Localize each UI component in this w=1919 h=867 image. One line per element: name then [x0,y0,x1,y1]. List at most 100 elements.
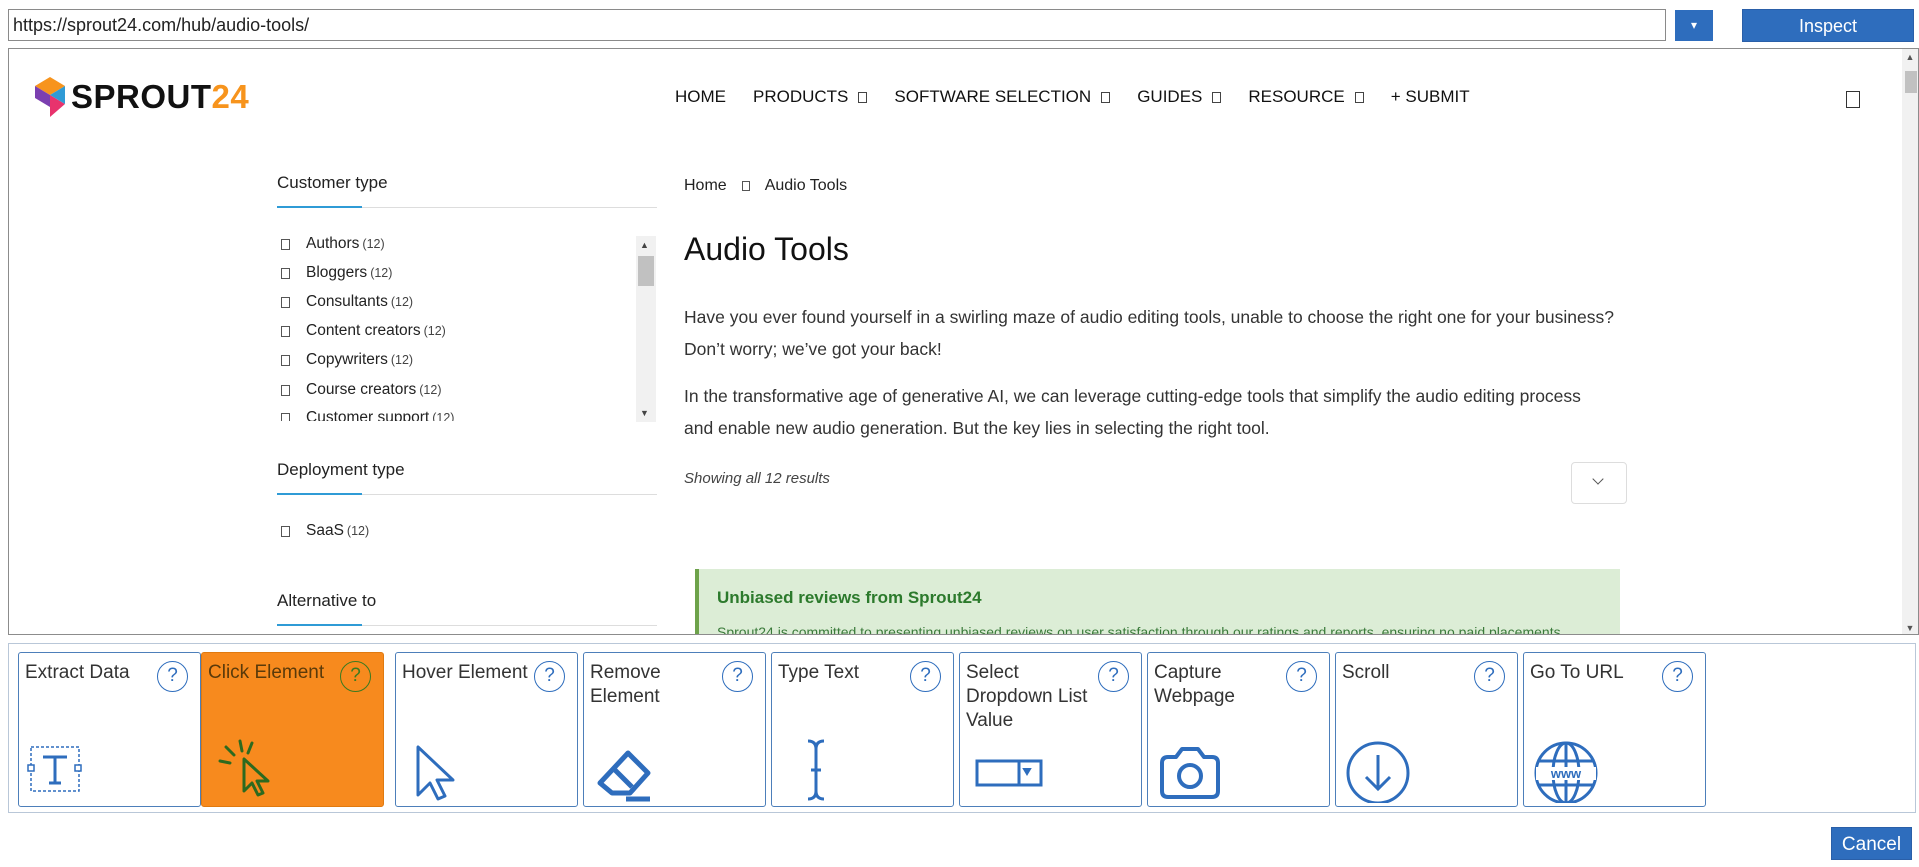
inspect-button[interactable]: Inspect [1742,9,1914,42]
tool-label: Hover Element [402,662,528,683]
tool-label: Select Dropdown List Value [966,662,1088,731]
tool-label: Scroll [1342,662,1390,683]
main-nav: HOME PRODUCTS SOFTWARE SELECTION GUIDES … [675,87,1497,107]
camera-icon [1160,747,1220,799]
nav-item-software-selection[interactable]: SOFTWARE SELECTION [894,87,1111,107]
url-dropdown-button[interactable]: ▾ [1675,10,1713,41]
scroll-down-icon[interactable]: ▼ [1905,623,1915,633]
chevron-down-icon: ▾ [1690,18,1698,32]
help-icon[interactable]: ? [910,661,941,692]
divider [277,493,657,495]
help-icon[interactable]: ? [1098,661,1129,692]
banner-description: Sprout24 is committed to presenting unbi… [717,624,1565,635]
tool-type-text[interactable]: Type Text ? [771,652,954,807]
filter-item-bloggers[interactable]: Bloggers (12) [277,264,392,282]
results-count: Showing all 12 results [684,470,830,487]
nav-item-products[interactable]: PRODUCTS [753,87,868,107]
page-scrollbar[interactable]: ▲ ▼ [1902,49,1918,634]
chevron-down-icon [1592,473,1604,485]
breadcrumb: Home Audio Tools [684,177,847,195]
tool-label: Type Text [778,662,859,683]
checkbox-icon[interactable] [281,525,290,537]
help-icon[interactable]: ? [1286,661,1317,692]
tool-hover-element[interactable]: Hover Element ? [395,652,578,807]
click-cursor-icon [218,739,270,797]
page-title: Audio Tools [684,231,849,267]
filter-item-content-creators[interactable]: Content creators (12) [277,322,446,340]
text-cursor-icon [807,739,825,801]
filter-title-deployment-type: Deployment type [277,460,405,479]
filter-item-consultants[interactable]: Consultants (12) [277,293,413,311]
tool-remove-element[interactable]: Remove Element ? [583,652,766,807]
scroll-down-icon [1346,741,1410,803]
url-input[interactable]: https://sprout24.com/hub/audio-tools/ [8,9,1666,41]
info-banner: Unbiased reviews from Sprout24 Sprout24 … [695,569,1620,635]
breadcrumb-current: Audio Tools [764,177,848,194]
nav-item-submit[interactable]: + SUBMIT [1391,87,1470,107]
tool-label: Go To URL [1530,662,1624,683]
cancel-button[interactable]: Cancel [1831,827,1912,860]
breadcrumb-home-link[interactable]: Home [684,177,727,195]
sort-select[interactable] [1571,462,1627,504]
checkbox-icon[interactable] [281,238,290,250]
divider [277,624,657,626]
scrollbar-thumb[interactable] [1905,71,1917,93]
help-icon[interactable]: ? [1662,661,1693,692]
filter-item-course-creators[interactable]: Course creators (12) [277,381,442,399]
filter-item-authors[interactable]: Authors (12) [277,235,385,253]
customer-type-list[interactable]: Authors (12) Bloggers (12) Consultants (12)… [277,235,664,421]
scroll-down-icon[interactable]: ▼ [640,408,649,418]
dropdown-caret-icon [1354,91,1364,103]
tool-click-element[interactable]: Click Element ? [201,652,384,807]
sprout-logo-icon [35,77,65,117]
tool-label: Click Element [208,662,325,683]
tool-label: Capture Webpage [1154,662,1235,707]
globe-icon: www [1534,741,1598,803]
menu-toggle-icon[interactable] [1846,91,1860,108]
tool-select-dropdown[interactable]: Select Dropdown List Value ? [959,652,1142,807]
tool-label: Remove Element [590,662,661,707]
intro-paragraph: In the transformative age of generative … [684,386,1581,438]
checkbox-icon[interactable] [281,296,290,308]
pointer-icon [416,745,455,801]
extract-text-icon [27,746,82,792]
scroll-up-icon[interactable]: ▲ [1905,52,1915,62]
banner-title: Unbiased reviews from Sprout24 [717,588,982,607]
nav-item-resource[interactable]: RESOURCE [1248,87,1364,107]
brand-name: SPROUT24 [71,78,250,115]
help-icon[interactable]: ? [340,661,371,692]
checkbox-icon[interactable] [281,354,290,366]
checkbox-icon[interactable] [281,384,290,396]
filter-item-copywriters[interactable]: Copywriters (12) [277,351,413,369]
tool-capture-webpage[interactable]: Capture Webpage ? [1147,652,1330,807]
dropdown-caret-icon [1101,91,1111,103]
scroll-up-icon[interactable]: ▲ [640,240,649,250]
svg-text:www: www [1550,766,1582,781]
list-scrollbar[interactable]: ▲ ▼ [636,236,656,422]
checkbox-icon[interactable] [281,412,290,421]
help-icon[interactable]: ? [722,661,753,692]
breadcrumb-separator-icon [741,181,750,191]
dropdown-icon [975,759,1043,787]
help-icon[interactable]: ? [534,661,565,692]
checkbox-icon[interactable] [281,267,290,279]
scrollbar-thumb[interactable] [638,256,654,286]
nav-item-home[interactable]: HOME [675,87,726,107]
intro-paragraph: Have you ever found yourself in a swirli… [684,307,1614,359]
tool-label: Extract Data [25,662,130,683]
help-icon[interactable]: ? [1474,661,1505,692]
filter-item-customer-support[interactable]: Customer support (12) [277,409,454,421]
checkbox-icon[interactable] [281,325,290,337]
tool-go-to-url[interactable]: Go To URL ? www [1523,652,1706,807]
site-logo[interactable]: SPROUT24 [35,77,249,117]
tool-scroll[interactable]: Scroll ? [1335,652,1518,807]
webpage-frame: SPROUT24 HOME PRODUCTS SOFTWARE SELECTIO… [8,48,1919,635]
nav-item-guides[interactable]: GUIDES [1137,87,1222,107]
divider [277,206,657,208]
help-icon[interactable]: ? [157,661,188,692]
filter-title-alternative-to: Alternative to [277,591,377,610]
filter-title-customer-type: Customer type [277,173,388,192]
dropdown-caret-icon [1212,91,1222,103]
filter-item-saas[interactable]: SaaS (12) [277,522,369,540]
tool-extract-data[interactable]: Extract Data ? [18,652,201,807]
